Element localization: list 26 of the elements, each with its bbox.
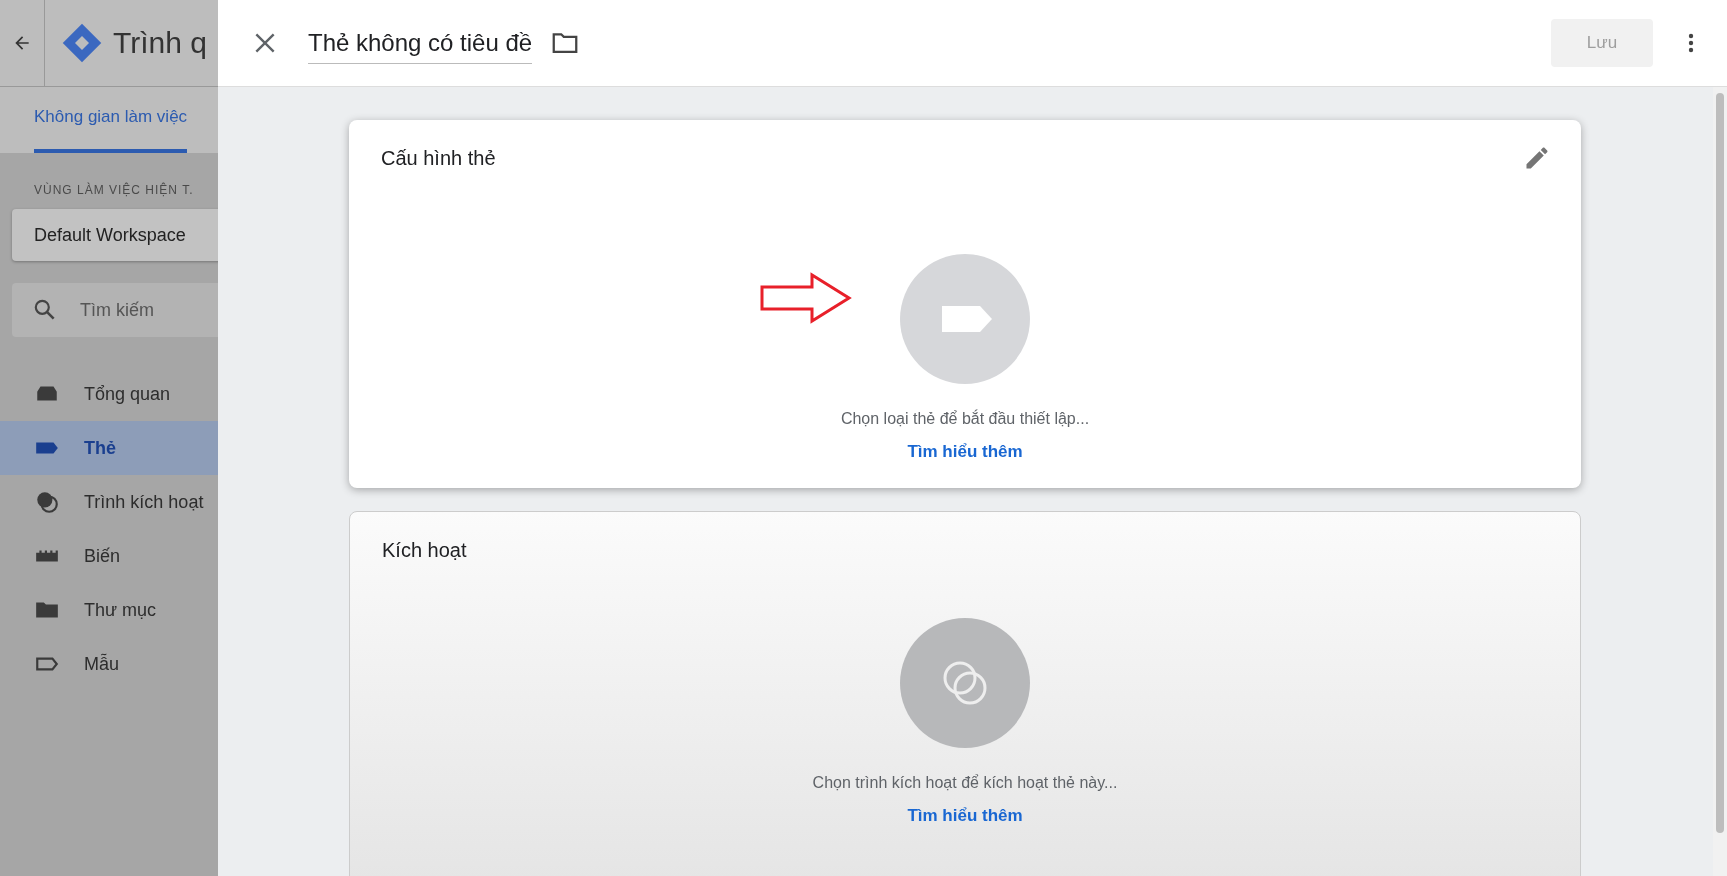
nav-item[interactable]: Tổng quan — [0, 367, 218, 421]
nav-label: Thư mục — [84, 599, 157, 621]
section-label: VÙNG LÀM VIỆC HIỆN T. — [34, 183, 195, 197]
workspace-selector[interactable]: Default Workspace — [12, 209, 218, 261]
hint-text: Chọn trình kích hoạt để kích hoạt thẻ này... — [812, 774, 1118, 792]
nav-item[interactable]: Thẻ — [0, 421, 218, 475]
nav-item[interactable]: Mẫu — [0, 637, 218, 691]
card-title: Kích hoạt — [382, 538, 467, 562]
nav-label: Thẻ — [84, 437, 116, 459]
hint-text: Chọn loại thẻ để bắt đầu thiết lập... — [840, 410, 1090, 428]
nav-label: Biến — [84, 545, 121, 567]
app-title: Trình q — [113, 26, 207, 60]
card-title: Cấu hình thẻ — [381, 146, 496, 170]
scrollbar-thumb[interactable] — [1716, 93, 1724, 833]
tag-name-field[interactable]: Thẻ không có tiêu đề — [308, 22, 533, 64]
learn-more-link[interactable]: Tìm hiểu thêm — [907, 442, 1023, 462]
nav-label: Trình kích hoạt — [84, 491, 204, 513]
search-field[interactable]: Tìm kiếm — [12, 283, 218, 337]
nav-item[interactable]: Biến — [0, 529, 218, 583]
diamond-logo-icon — [61, 22, 103, 64]
nav-item[interactable]: Trình kích hoạt — [0, 475, 218, 529]
nav-item[interactable]: Thư mục — [0, 583, 218, 637]
learn-more-link[interactable]: Tìm hiểu thêm — [907, 806, 1023, 826]
trigger-icon — [34, 489, 60, 515]
nav-label: Tổng quan — [84, 383, 171, 405]
nav-label: Mẫu — [84, 653, 119, 675]
